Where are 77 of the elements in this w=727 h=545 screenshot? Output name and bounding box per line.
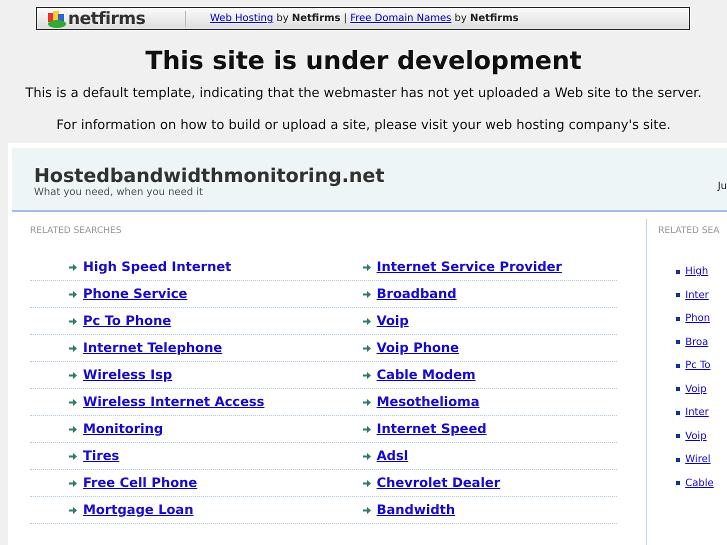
search-link[interactable]: Pc To Phone xyxy=(83,314,172,328)
arrow-icon xyxy=(362,480,371,486)
bullet-icon xyxy=(676,364,680,368)
arrow-icon xyxy=(69,372,77,378)
search-link[interactable]: Inter xyxy=(685,407,709,418)
bullet-icon xyxy=(676,270,680,274)
arrow-icon xyxy=(362,290,371,298)
search-link[interactable]: Wireless Internet Access xyxy=(83,394,264,410)
banner-link[interactable]: Free Domain Names xyxy=(350,13,452,24)
search-link[interactable]: Broadband xyxy=(376,286,457,302)
search-link[interactable]: Adsl xyxy=(376,448,408,464)
notice-text: For information on how to build or upload a site, please visit your web hosting company's site. xyxy=(55,118,672,134)
search-link[interactable]: Voip xyxy=(685,384,707,395)
arrow-icon xyxy=(362,452,371,460)
site-name: Hostedbandwidthmonitoring.net xyxy=(34,165,384,187)
banner-text: by xyxy=(275,13,290,24)
search-link[interactable]: Cable xyxy=(685,478,714,489)
header-text: Ju xyxy=(718,181,727,192)
search-link[interactable]: Phone Service xyxy=(83,286,188,302)
search-link[interactable]: Monitoring xyxy=(83,422,164,436)
arrow-icon xyxy=(69,452,77,460)
search-link[interactable]: Pc To xyxy=(685,360,710,372)
search-link[interactable]: Wirel xyxy=(685,454,711,466)
search-link[interactable]: High xyxy=(685,266,708,278)
arrow-icon xyxy=(69,426,77,432)
bullet-icon xyxy=(676,410,680,415)
search-link[interactable]: Internet Telephone xyxy=(83,340,222,356)
arrow-icon xyxy=(362,426,371,432)
search-link[interactable]: Inter xyxy=(685,290,709,301)
search-link[interactable]: Mesothelioma xyxy=(376,394,480,410)
search-link[interactable]: Cable Modem xyxy=(376,368,476,382)
banner-text: | xyxy=(342,13,348,24)
houses-icon xyxy=(47,10,67,28)
section-heading: RELATED SEARCHES xyxy=(30,226,122,238)
search-link[interactable]: Mortgage Loan xyxy=(83,502,194,518)
search-link[interactable]: Bandwidth xyxy=(376,502,456,518)
search-link[interactable]: Free Cell Phone xyxy=(83,476,198,490)
arrow-icon xyxy=(362,344,371,352)
arrow-icon xyxy=(362,318,371,324)
search-link[interactable]: Voip xyxy=(685,430,707,442)
search-link[interactable]: Chevrolet Dealer xyxy=(376,476,500,490)
arrow-icon xyxy=(69,398,77,406)
arrow-icon xyxy=(362,398,371,406)
banner-text: by xyxy=(454,13,468,24)
search-link[interactable]: Tires xyxy=(83,448,120,464)
bullet-icon xyxy=(676,434,680,438)
search-link[interactable]: Voip Phone xyxy=(376,340,459,356)
arrow-icon xyxy=(69,290,77,298)
brand-text: Netfirms xyxy=(292,13,340,24)
arrow-icon xyxy=(69,506,77,514)
site-tagline: What you need, when you need it xyxy=(34,187,204,198)
search-link[interactable]: High Speed Internet xyxy=(83,260,232,274)
search-link[interactable]: Internet Speed xyxy=(376,422,487,436)
netfirms-logo[interactable]: netfirms xyxy=(47,8,167,28)
arrow-icon xyxy=(362,372,371,378)
arrow-icon xyxy=(362,264,371,270)
arrow-icon xyxy=(362,506,371,514)
bullet-icon xyxy=(676,458,680,462)
arrow-icon xyxy=(69,318,77,324)
search-link[interactable]: Voip xyxy=(376,314,409,328)
search-link[interactable]: Phon xyxy=(685,313,710,324)
page-heading: This site is under development xyxy=(144,46,583,76)
arrow-icon xyxy=(69,344,77,352)
bullet-icon xyxy=(676,481,680,486)
section-heading: RELATED SEA xyxy=(658,226,720,238)
search-link[interactable]: Internet Service Provider xyxy=(376,260,562,274)
search-link[interactable]: Broa xyxy=(685,336,708,348)
arrow-icon xyxy=(69,480,77,486)
brand-text: Netfirms xyxy=(470,13,519,24)
banner-link[interactable]: Web Hosting xyxy=(210,13,274,24)
search-link[interactable]: Wireless Isp xyxy=(83,368,172,382)
arrow-icon xyxy=(69,264,77,270)
bullet-icon xyxy=(676,293,680,298)
bullet-icon xyxy=(676,316,680,321)
bullet-icon xyxy=(676,340,680,344)
notice-text: This is a default template, indicating that the webmaster has not yet uploaded a Web site to the server. xyxy=(24,86,703,102)
bullet-icon xyxy=(676,387,680,392)
